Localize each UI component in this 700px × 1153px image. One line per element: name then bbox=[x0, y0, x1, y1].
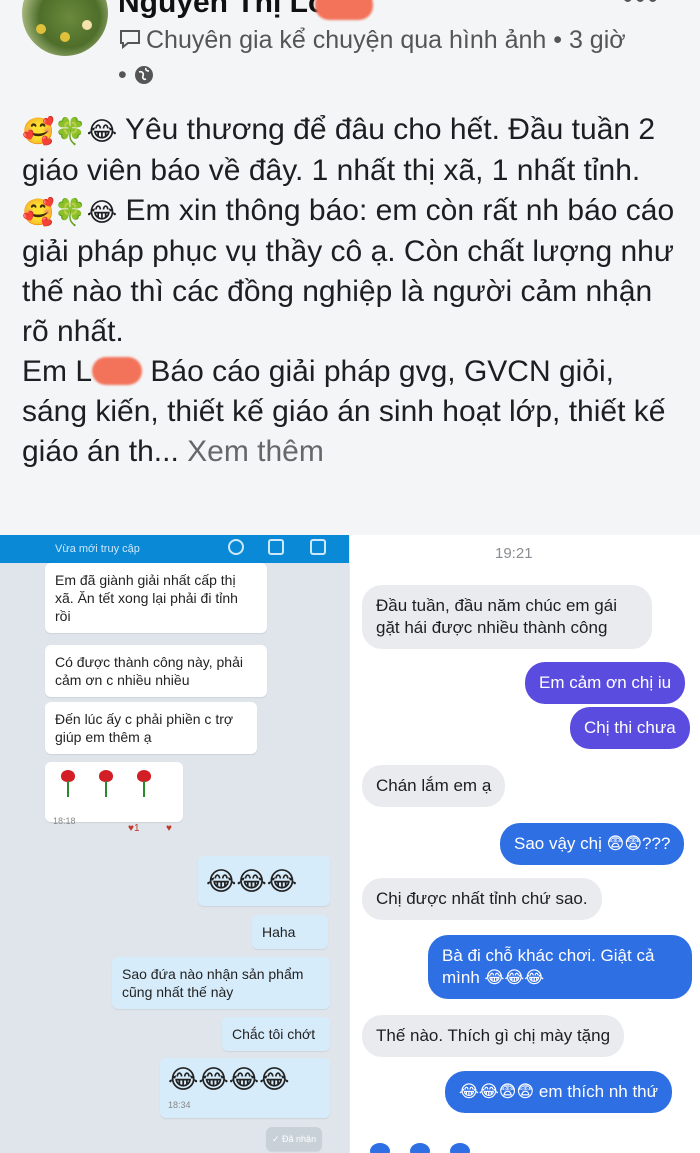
message-outgoing: Bà đi chỗ khác chơi. Giật cả mình 😂😂😂 bbox=[428, 935, 692, 999]
call-icon[interactable] bbox=[228, 539, 244, 555]
video-icon[interactable] bbox=[268, 539, 284, 555]
zalo-topbar: Vừa mới truy cập bbox=[0, 535, 350, 563]
message-incoming: Thế nào. Thích gì chị mày tặng bbox=[362, 1015, 625, 1057]
post-paragraph-2: 🥰🍀😂 Em xin thông báo: em còn rất nh báo … bbox=[22, 194, 675, 348]
emoji-group: 🥰🍀😂 bbox=[22, 197, 118, 227]
post-meta: Chuyên gia kể chuyện qua hình ảnh • 3 gi… bbox=[118, 24, 638, 94]
heart-icon[interactable]: ♥ bbox=[166, 823, 172, 834]
rose-icon bbox=[95, 768, 117, 798]
message-incoming: Chán lắm em ạ bbox=[362, 765, 506, 807]
chat-bubble-outgoing: Chắc tôi chớt bbox=[222, 1017, 330, 1051]
more-options-icon[interactable]: ••• bbox=[622, 0, 660, 16]
online-status: Vừa mới truy cập bbox=[55, 543, 140, 555]
conversation-time: 19:21 bbox=[495, 545, 533, 562]
message-incoming: Đầu tuần, đầu năm chúc em gái gặt hái đư… bbox=[362, 585, 652, 649]
message-time: 18:18 bbox=[53, 816, 76, 826]
message-outgoing: Sao vậy chị 😨😨??? bbox=[500, 823, 685, 865]
message-outgoing: Chị thi chưa bbox=[570, 707, 690, 749]
chat-bubble-outgoing: 😂😂😂 bbox=[198, 856, 330, 906]
chat-bubble-outgoing: 😂😂😂😂 18:34 bbox=[160, 1058, 330, 1118]
menu-icon[interactable] bbox=[310, 539, 326, 555]
post-body: 🥰🍀😂 Yêu thương để đâu cho hết. Đầu tuần … bbox=[22, 110, 682, 472]
group-icon bbox=[118, 26, 142, 59]
composer-icons bbox=[350, 1139, 700, 1153]
avatar[interactable] bbox=[22, 0, 108, 56]
see-more-link[interactable]: Xem thêm bbox=[187, 435, 324, 468]
rose-icon bbox=[57, 768, 79, 798]
messenger-chat-screenshot: 19:21 Đầu tuần, đầu năm chúc em gái gặt … bbox=[350, 535, 700, 1153]
author-name[interactable]: Nguyễn Thị Lo bbox=[118, 0, 326, 20]
message-outgoing: 😂😂😨😨 em thích nh thứ bbox=[445, 1071, 673, 1113]
redaction-mark bbox=[92, 357, 143, 385]
image-icon[interactable] bbox=[410, 1143, 430, 1153]
redaction-mark bbox=[315, 0, 373, 20]
post-header: Nguyễn Thị Lo ••• Chuyên gia kể chuyện q… bbox=[0, 0, 700, 100]
message-time: 18:34 bbox=[168, 1100, 191, 1110]
message-outgoing: Em cảm ơn chị iu bbox=[525, 662, 686, 704]
mic-icon[interactable] bbox=[450, 1143, 470, 1153]
globe-icon bbox=[134, 61, 154, 94]
emoji-group: 🥰🍀😂 bbox=[22, 116, 118, 146]
chat-bubble-incoming: Em đã giành giải nhất cấp thị xã. Ăn tết… bbox=[45, 563, 267, 633]
chat-bubble-incoming: Đến lúc ấy c phải phiền c trợ giúp em th… bbox=[45, 702, 257, 754]
post-paragraph-3: Em L Báo cáo giải pháp gvg, GVCN giỏi, s… bbox=[22, 355, 666, 468]
chat-bubble-outgoing: Haha bbox=[252, 915, 328, 949]
received-status: ✓ Đã nhận bbox=[266, 1127, 323, 1151]
message-incoming: Chị được nhất tỉnh chứ sao. bbox=[362, 878, 602, 920]
chat-bubble-incoming: Có được thành công này, phải cảm ơn c nh… bbox=[45, 645, 267, 697]
chat-bubble-outgoing: Sao đứa nào nhận sản phẩm cũng nhất thế … bbox=[112, 957, 330, 1009]
heart-reaction[interactable]: ♥1 bbox=[128, 823, 140, 834]
camera-icon[interactable] bbox=[370, 1143, 390, 1153]
post-paragraph-1: 🥰🍀😂 Yêu thương để đâu cho hết. Đầu tuần … bbox=[22, 113, 656, 187]
meta-text: Chuyên gia kể chuyện qua hình ảnh • 3 gi… bbox=[118, 26, 626, 89]
rose-icon bbox=[133, 768, 155, 798]
chat-bubble-roses: 18:18 bbox=[45, 762, 183, 826]
